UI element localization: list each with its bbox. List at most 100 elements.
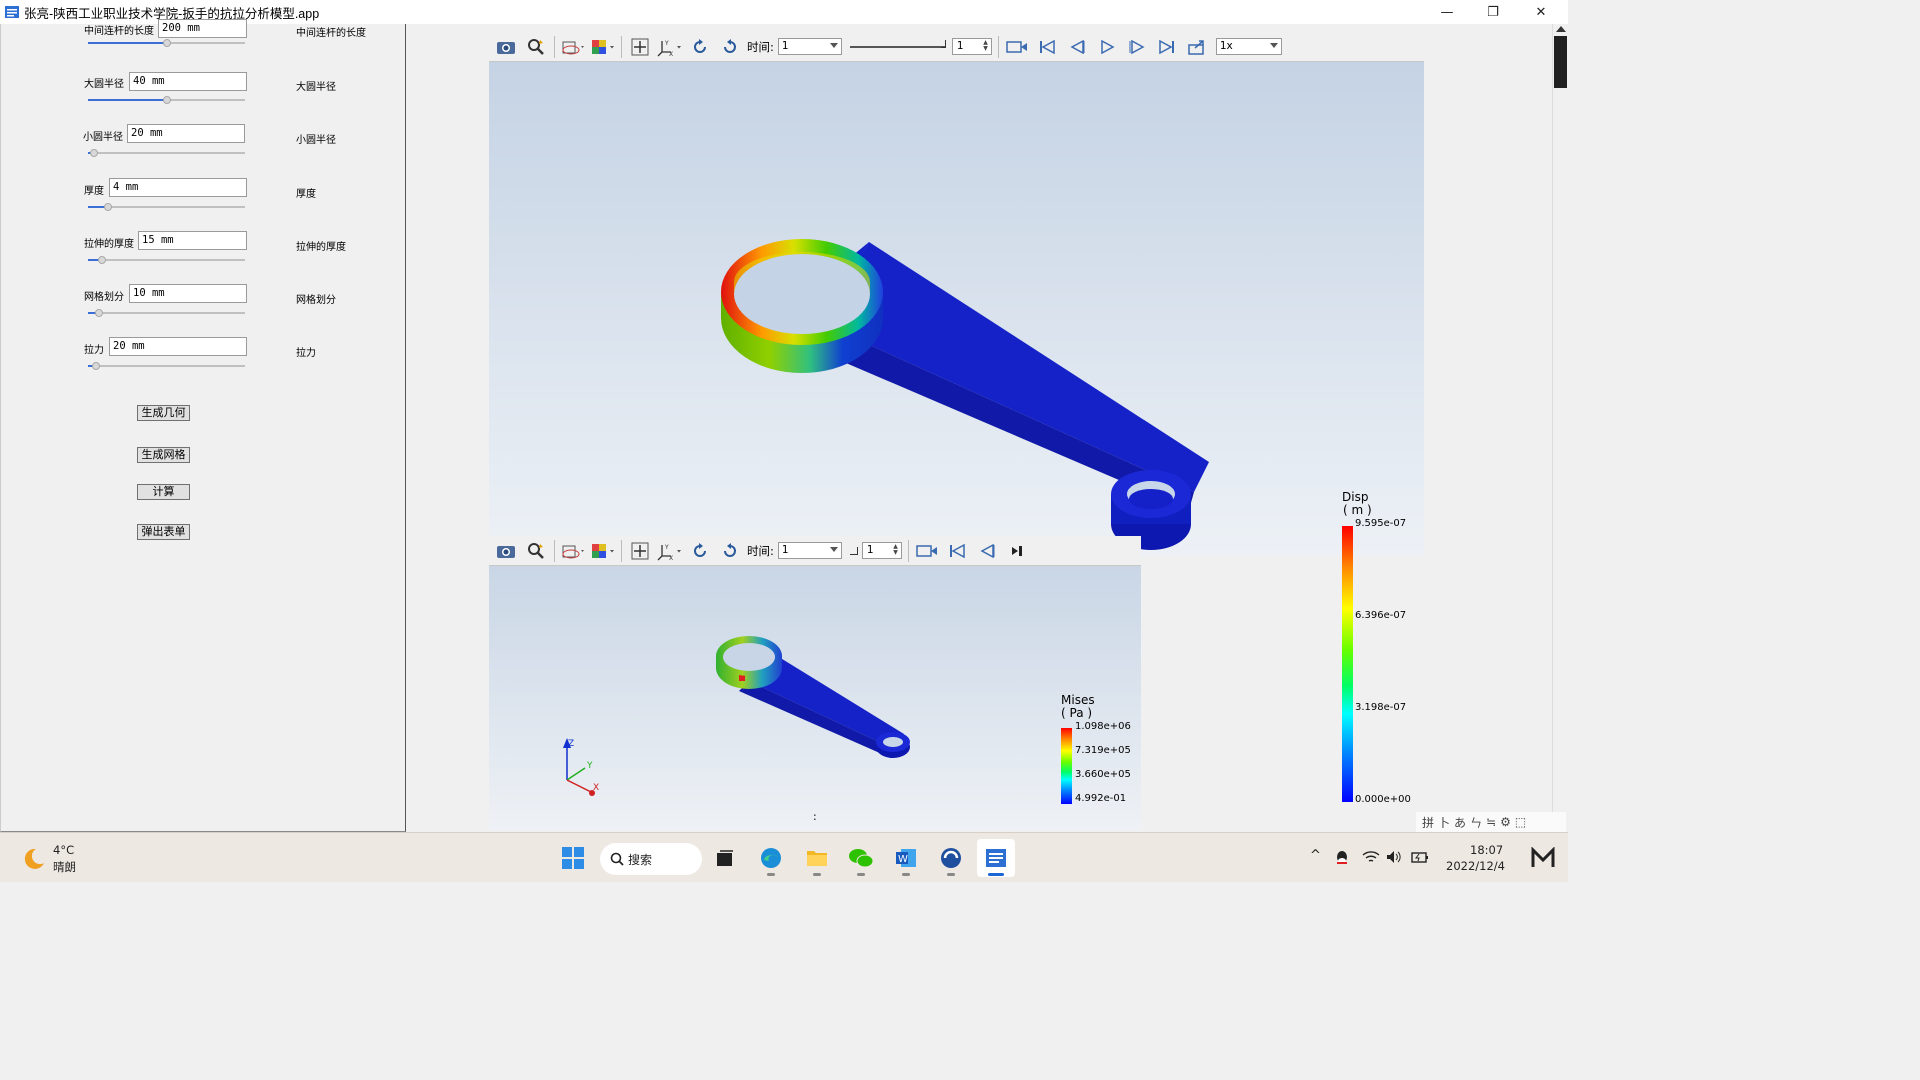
force-slider[interactable] (88, 362, 245, 370)
edge-browser-icon (761, 848, 781, 868)
close-button[interactable]: ✕ (1518, 0, 1564, 24)
slider-handle[interactable] (95, 309, 103, 317)
fit-icon[interactable] (625, 34, 655, 60)
extrude-thickness-slider[interactable] (88, 256, 245, 264)
displacement-viewport[interactable]: YX 时间: 1 1 ▲ ▼ 1x (489, 32, 1424, 556)
taskbar-current-app[interactable] (977, 839, 1015, 877)
time-select[interactable]: 1 (777, 38, 842, 55)
axis-icon[interactable]: YX (655, 34, 685, 60)
ime-bopomofo-icon[interactable]: ㄣ (1470, 814, 1482, 831)
volume-icon[interactable] (1386, 850, 1402, 864)
time-slider[interactable] (849, 39, 946, 48)
taskbar-comsol[interactable] (932, 839, 970, 877)
prev-frame-icon[interactable] (972, 538, 1002, 564)
slider-handle[interactable] (163, 96, 171, 104)
stress-viewport[interactable]: YX 时间: 1 1 ▲ ▼ Z Y X Mises (Pa) 1.098e… (489, 536, 1141, 830)
thickness-slider[interactable] (88, 203, 245, 211)
mesh-cube-icon[interactable] (588, 538, 618, 564)
popup-form-button[interactable]: 弹出表单 (137, 524, 190, 540)
taskbar-edge[interactable] (752, 839, 790, 877)
slider-handle[interactable] (104, 203, 112, 211)
task-view-button[interactable] (706, 839, 744, 877)
param-row-force: 拉力 20 mm 拉力 (1, 335, 407, 375)
weather-moon-icon[interactable] (20, 847, 46, 871)
generate-mesh-button[interactable]: 生成网格 (137, 447, 190, 463)
export-icon[interactable] (1182, 34, 1212, 60)
camera-icon[interactable] (491, 538, 521, 564)
wifi-icon[interactable] (1362, 850, 1380, 864)
expand-toolbar-icon[interactable] (1002, 538, 1032, 564)
clock-time[interactable]: 18:07 (1470, 843, 1503, 857)
camera-icon[interactable] (491, 34, 521, 60)
taskbar-word[interactable]: W (887, 839, 925, 877)
slider-handle[interactable] (163, 39, 171, 47)
weather-description[interactable]: 晴朗 (53, 859, 76, 875)
clock-date[interactable]: 2022/12/4 (1446, 859, 1505, 873)
reset-rotate-icon[interactable] (715, 34, 745, 60)
play-icon[interactable] (1092, 34, 1122, 60)
clip-icon[interactable] (558, 538, 588, 564)
battery-icon[interactable] (1410, 849, 1430, 865)
ime-kana-icon[interactable]: あ (1454, 814, 1466, 831)
frame-spinner[interactable]: 1 ▲ ▼ (861, 542, 902, 559)
time-select[interactable]: 1 (777, 542, 842, 559)
compute-button[interactable]: 计算 (137, 484, 190, 500)
time-slider[interactable] (849, 546, 858, 555)
restore-button[interactable]: ❐ (1470, 0, 1516, 24)
param-row-big-radius: 大圆半径 40 mm 大圆半径 (1, 70, 407, 110)
mesh-size-slider[interactable] (88, 309, 245, 317)
slider-handle[interactable] (98, 256, 106, 264)
vertical-scrollbar[interactable] (1552, 24, 1568, 832)
mesh-size-input[interactable]: 10 mm (129, 284, 247, 303)
frame-spinner[interactable]: 1 ▲ ▼ (951, 38, 992, 55)
ime-mode-icon[interactable]: 拼 (1422, 814, 1434, 831)
ime-symbol-icon[interactable]: ≒ (1486, 815, 1496, 829)
clip-icon[interactable] (558, 34, 588, 60)
first-frame-icon[interactable] (942, 538, 972, 564)
notification-center-icon[interactable] (1530, 847, 1556, 869)
weather-temperature[interactable]: 4°C (53, 843, 74, 857)
thickness-input[interactable]: 4 mm (109, 178, 247, 197)
ime-punct-icon[interactable]: 卜 (1438, 814, 1450, 831)
small-radius-slider[interactable] (88, 149, 245, 157)
extrude-thickness-input[interactable]: 15 mm (138, 231, 247, 250)
mesh-cube-icon[interactable] (588, 34, 618, 60)
ime-more-icon[interactable]: ⬚ (1515, 815, 1526, 829)
speed-select[interactable]: 1x (1215, 38, 1282, 55)
big-radius-slider[interactable] (88, 96, 245, 104)
next-frame-icon[interactable] (1122, 34, 1152, 60)
ime-settings-icon[interactable]: ⚙ (1500, 815, 1511, 829)
fit-icon[interactable] (625, 538, 655, 564)
slider-handle[interactable] (92, 362, 100, 370)
reset-rotate-icon[interactable] (715, 538, 745, 564)
slider-handle[interactable] (90, 149, 98, 157)
record-icon[interactable] (912, 538, 942, 564)
taskbar-wechat[interactable] (842, 839, 880, 877)
scroll-up-icon[interactable] (1556, 26, 1566, 32)
start-button[interactable] (554, 839, 592, 877)
small-radius-input[interactable]: 20 mm (127, 124, 245, 143)
zoom-icon[interactable] (521, 34, 551, 60)
first-frame-icon[interactable] (1032, 34, 1062, 60)
scroll-thumb[interactable] (1554, 36, 1567, 88)
prev-frame-icon[interactable] (1062, 34, 1092, 60)
axis-icon[interactable]: YX (655, 538, 685, 564)
taskbar-file-explorer[interactable] (798, 839, 836, 877)
qq-tray-icon[interactable] (1334, 849, 1350, 867)
force-input[interactable]: 20 mm (109, 337, 247, 356)
link-length-slider[interactable] (88, 39, 245, 47)
rotate-icon[interactable] (685, 34, 715, 60)
big-radius-input[interactable]: 40 mm (129, 72, 247, 91)
zoom-icon[interactable] (521, 538, 551, 564)
record-icon[interactable] (1002, 34, 1032, 60)
taskbar-search[interactable]: 搜索 (600, 843, 702, 875)
search-icon (610, 852, 624, 866)
tray-expand-icon[interactable]: ^ (1310, 848, 1321, 863)
link-length-input[interactable]: 200 mm (158, 19, 247, 38)
last-frame-icon[interactable] (1152, 34, 1182, 60)
param-side-label: 网格划分 (296, 295, 336, 306)
rotate-icon[interactable] (685, 538, 715, 564)
generate-geometry-button[interactable]: 生成几何 (137, 405, 190, 421)
minimize-button[interactable]: — (1424, 0, 1470, 24)
svg-text:X: X (669, 51, 673, 57)
